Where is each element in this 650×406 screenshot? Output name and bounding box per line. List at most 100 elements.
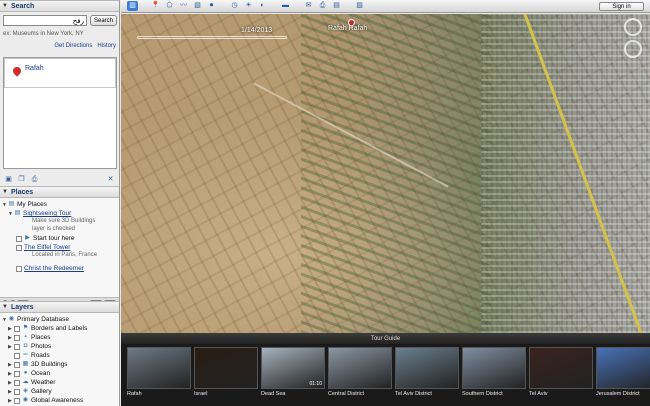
- checkbox[interactable]: [16, 265, 22, 272]
- checkbox[interactable]: [14, 388, 20, 395]
- places-header[interactable]: ▼ Places: [0, 186, 119, 198]
- layer-item-weather[interactable]: ▶ ☁ Weather: [2, 378, 118, 387]
- print-icon[interactable]: ⎙: [317, 1, 328, 11]
- planet-icon[interactable]: ◐: [257, 1, 268, 11]
- collapse-triangle-icon[interactable]: ▼: [2, 304, 8, 310]
- historical-imagery-icon[interactable]: ◷: [229, 1, 240, 11]
- compass-ring-icon[interactable]: [624, 18, 642, 36]
- imagery-date: 1/14/2013: [241, 27, 273, 34]
- close-icon[interactable]: ✕: [106, 175, 115, 184]
- view-in-maps-icon[interactable]: ▨: [354, 1, 365, 11]
- tour-card[interactable]: Southern District: [462, 347, 526, 397]
- map-view[interactable]: 1/14/2013 Rafah Rafah: [121, 14, 650, 333]
- tree-item-christ-redeemer[interactable]: Christ the Redeemer: [2, 264, 117, 273]
- main-toolbar: ▥ 📍 ⬠ 〰 ▧ ⏺ ◷ ☀ ◐ ▬ ✉ ⎙ ▤ ▨ Sign in: [121, 0, 650, 13]
- checkbox[interactable]: [14, 397, 20, 404]
- add-placemark-icon[interactable]: 📍: [150, 1, 161, 11]
- building-icon: ▦: [22, 361, 29, 367]
- tree-note: Make sure 3D Buildings: [32, 218, 96, 224]
- tour-card-label: Israel: [194, 391, 208, 397]
- layer-item-global-awareness[interactable]: ▶ ◉ Global Awareness: [2, 396, 118, 405]
- layer-item-borders[interactable]: ▶ ⚑ Borders and Labels: [2, 324, 118, 333]
- checkbox[interactable]: [14, 334, 20, 341]
- search-result-item[interactable]: Rafah: [4, 58, 116, 88]
- save-image-icon[interactable]: ▤: [331, 1, 342, 11]
- checkbox[interactable]: [14, 379, 20, 386]
- tree-item-sightseeing-tour[interactable]: ▼ ▤ Sightseeing Tour: [2, 209, 117, 218]
- collapse-triangle-icon[interactable]: ▼: [2, 3, 8, 9]
- farmland-area: [301, 14, 491, 333]
- search-input[interactable]: [3, 15, 87, 26]
- record-tour-icon[interactable]: ⏺: [206, 1, 217, 11]
- layer-item-3d-buildings[interactable]: ▶ ▦ 3D Buildings: [2, 360, 118, 369]
- tour-thumbnail: 01:10: [261, 347, 325, 389]
- search-button[interactable]: Search: [90, 15, 117, 26]
- tour-card-label: Dead Sea: [261, 391, 286, 397]
- checkbox[interactable]: [14, 352, 20, 359]
- historical-timeline-slider[interactable]: [137, 36, 287, 39]
- tour-card[interactable]: Central District: [328, 347, 392, 397]
- tour-card[interactable]: Israel: [194, 347, 258, 397]
- map-place-label: Rafah Rafah: [328, 25, 368, 32]
- add-polygon-icon[interactable]: ⬠: [164, 1, 175, 11]
- tour-card-label: Tel Aviv: [529, 391, 548, 397]
- layer-item-photos[interactable]: ▶ ◘ Photos: [2, 342, 118, 351]
- search-section: ▼ Search Search ex: Museums in New York,…: [0, 0, 119, 172]
- tour-card-label: Tel Aviv District: [395, 391, 432, 397]
- search-header[interactable]: ▼ Search: [0, 0, 119, 12]
- tour-card[interactable]: Jerusalem District: [596, 347, 650, 397]
- places-section: ▼ Places ▼ ▤ My Places ▼ ▤ Sightseeing T…: [0, 186, 119, 297]
- places-icon: ▪: [24, 334, 27, 340]
- collapse-triangle-icon[interactable]: ▼: [2, 189, 8, 195]
- history-link[interactable]: History: [97, 43, 116, 49]
- layers-header[interactable]: ▼ Layers: [0, 301, 119, 313]
- tour-card-label: Southern District: [462, 391, 503, 397]
- places-tree: ▼ ▤ My Places ▼ ▤ Sightseeing Tour Make …: [0, 198, 119, 297]
- tree-item-eiffel-tower[interactable]: The Eiffel Tower: [2, 243, 117, 252]
- sign-in-button[interactable]: Sign in: [599, 2, 644, 11]
- look-ring-icon[interactable]: [624, 40, 642, 58]
- sun-icon[interactable]: ☀: [243, 1, 254, 11]
- get-directions-link[interactable]: Get Directions: [54, 43, 92, 49]
- tour-card[interactable]: 01:10 Dead Sea: [261, 347, 325, 397]
- layer-item-ocean[interactable]: ▶ ● Ocean: [2, 369, 118, 378]
- checkbox[interactable]: [16, 244, 22, 251]
- checkbox[interactable]: [14, 325, 20, 332]
- layers-header-label: Layers: [10, 303, 34, 311]
- copy-icon[interactable]: ❐: [17, 175, 26, 184]
- tour-duration: 01:10: [309, 381, 322, 387]
- flag-icon: ⚑: [22, 325, 29, 331]
- checkbox[interactable]: [16, 235, 22, 242]
- checkbox[interactable]: [14, 343, 20, 350]
- folder-icon[interactable]: ▣: [4, 175, 13, 184]
- add-overlay-icon[interactable]: ▧: [192, 1, 203, 11]
- layer-item-gallery[interactable]: ▶ ◈ Gallery: [2, 387, 118, 396]
- email-icon[interactable]: ✉: [303, 1, 314, 11]
- sidebar-toggle-icon[interactable]: ▥: [127, 1, 138, 11]
- tour-card[interactable]: Tel Aviv District: [395, 347, 459, 397]
- layers-tree: ▼ ◉ Primary Database ▶ ⚑ Borders and Lab…: [0, 313, 119, 406]
- add-path-icon[interactable]: 〰: [178, 1, 189, 11]
- tour-card-label: Rafah: [127, 391, 142, 397]
- layer-item-primary-database[interactable]: ▼ ◉ Primary Database: [2, 315, 118, 324]
- tour-thumbnail: [596, 347, 650, 389]
- tour-guide-header[interactable]: Tour Guide: [121, 333, 650, 344]
- checkbox[interactable]: [14, 361, 20, 368]
- layer-item-roads[interactable]: ═ Roads: [2, 351, 118, 360]
- print-icon[interactable]: ⎙: [30, 175, 39, 184]
- tour-card[interactable]: Rafah: [127, 347, 191, 397]
- ruler-icon[interactable]: ▬: [280, 1, 291, 11]
- search-links: Get Directions History: [3, 43, 116, 49]
- globe-icon: ◉: [22, 397, 29, 403]
- tree-item-start-tour[interactable]: ▶ Start tour here: [2, 234, 117, 243]
- weather-icon: ☁: [22, 379, 29, 385]
- navigation-controls[interactable]: [624, 18, 644, 68]
- layer-item-places[interactable]: ▶ ▪ Places: [2, 333, 118, 342]
- tour-thumbnail: [529, 347, 593, 389]
- checkbox[interactable]: [14, 370, 20, 377]
- tree-item-my-places[interactable]: ▼ ▤ My Places: [2, 200, 117, 209]
- gallery-icon: ◈: [23, 388, 28, 394]
- search-toolbar: ▣ ❐ ⎙ ✕: [0, 172, 119, 186]
- tour-card[interactable]: Tel Aviv: [529, 347, 593, 397]
- tour-thumbnail: [194, 347, 258, 389]
